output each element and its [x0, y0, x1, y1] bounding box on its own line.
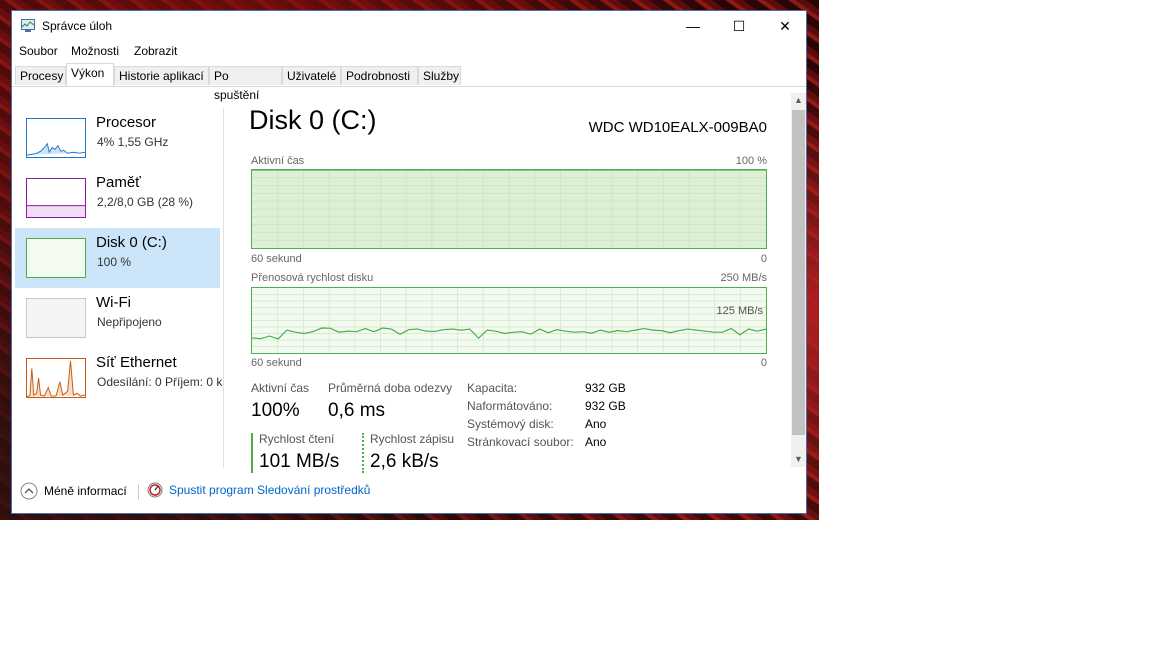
- active-time-label: Aktivní čas: [251, 381, 310, 395]
- write-speed-label: Rychlost zápisu: [370, 432, 455, 446]
- maximize-button[interactable]: ☐: [716, 11, 762, 41]
- sidebar-item-sub: 100 %: [97, 255, 132, 269]
- tab-vykon[interactable]: Výkon: [66, 63, 114, 86]
- sidebar-item-pamet[interactable]: Paměť 2,2/8,0 GB (28 %): [15, 168, 220, 228]
- prop-capacity-key: Kapacita:: [467, 381, 518, 395]
- title-bar: Správce úloh — ☐ ✕: [12, 11, 806, 41]
- tab-procesy[interactable]: Procesy: [15, 66, 66, 85]
- minimize-icon: —: [686, 18, 700, 34]
- chart1-max: 100 %: [735, 155, 767, 167]
- close-button[interactable]: ✕: [762, 11, 808, 41]
- chart2-max: 250 MB/s: [720, 272, 767, 284]
- disk-model: WDC WD10EALX-009BA0: [588, 119, 767, 136]
- sidebar-item-sub: Nepřipojeno: [97, 315, 162, 329]
- active-time-value: 100%: [251, 400, 300, 421]
- sidebar-item-label: Wi-Fi: [96, 294, 131, 311]
- sidebar-item-sub: Odesílání: 0 Příjem: 0 kb: [97, 375, 223, 389]
- chart2-label: Přenosová rychlost disku: [251, 272, 374, 284]
- read-marker: [251, 433, 253, 473]
- sidebar-item-label: Disk 0 (C:): [96, 234, 167, 251]
- disk-detail-panel: Disk 0 (C:) WDC WD10EALX-009BA0 Aktivní …: [249, 103, 769, 473]
- chart2-mid: 125 MB/s: [716, 305, 763, 317]
- ethernet-graph-icon: [26, 358, 86, 398]
- prop-pagefile-key: Stránkovací soubor:: [467, 435, 574, 449]
- prop-formatted-key: Naformátováno:: [467, 399, 553, 413]
- sidebar-item-label: Paměť: [96, 174, 141, 191]
- wifi-graph-icon: [26, 298, 86, 338]
- scroll-thumb[interactable]: [792, 110, 805, 435]
- chevron-up-icon: [20, 482, 38, 500]
- tab-bar: Procesy Výkon Historie aplikací Po spušt…: [12, 63, 806, 102]
- scroll-up-icon[interactable]: ▲: [791, 93, 806, 108]
- resource-monitor-icon: [147, 482, 163, 498]
- window-title: Správce úloh: [42, 19, 113, 33]
- memory-graph-icon: [26, 178, 86, 218]
- chart2-xlabel: 60 sekund: [251, 357, 302, 369]
- menu-soubor[interactable]: Soubor: [19, 44, 58, 58]
- sidebar-item-sub: 4% 1,55 GHz: [97, 135, 169, 149]
- cpu-graph-icon: [26, 118, 86, 158]
- avg-response-value: 0,6 ms: [328, 400, 386, 421]
- prop-capacity-value: 932 GB: [585, 381, 626, 395]
- avg-response-label: Průměrná doba odezvy: [328, 381, 453, 395]
- prop-system-disk-value: Ano: [585, 417, 607, 431]
- prop-formatted-value: 932 GB: [585, 399, 626, 413]
- tab-uzivatele[interactable]: Uživatelé: [282, 66, 341, 85]
- sidebar-item-sub: 2,2/8,0 GB (28 %): [97, 195, 194, 209]
- sidebar-divider: [223, 108, 224, 468]
- chart1-xmin: 0: [760, 253, 767, 265]
- menu-moznosti[interactable]: Možnosti: [71, 44, 119, 58]
- sidebar-item-ethernet[interactable]: Síť Ethernet Odesílání: 0 Příjem: 0 kb: [15, 348, 223, 408]
- scroll-down-icon[interactable]: ▼: [791, 452, 806, 467]
- sidebar-item-label: Procesor: [96, 114, 157, 131]
- sidebar-item-wifi[interactable]: Wi-Fi Nepřipojeno: [15, 288, 220, 348]
- sidebar-item-label: Síť Ethernet: [96, 354, 177, 371]
- tab-sluzby[interactable]: Služby: [418, 66, 461, 85]
- menu-bar: Soubor Možnosti Zobrazit: [12, 41, 806, 61]
- write-speed-value: 2,6 kB/s: [370, 451, 439, 472]
- tab-podrobnosti[interactable]: Podrobnosti: [341, 66, 418, 85]
- close-icon: ✕: [779, 17, 791, 34]
- chart1-xlabel: 60 sekund: [251, 253, 302, 265]
- chart2-xmin: 0: [760, 357, 767, 369]
- sidebar-item-procesor[interactable]: Procesor 4% 1,55 GHz: [15, 108, 220, 168]
- task-manager-window: Správce úloh — ☐ ✕ Soubor Možnosti Zobra…: [11, 10, 807, 514]
- less-info-label: Méně informací: [44, 484, 127, 498]
- footer-bar: Méně informací Spustit program Sledování…: [12, 476, 806, 510]
- resource-sidebar: Procesor 4% 1,55 GHz Paměť 2,2/8,0 GB (2…: [15, 108, 223, 466]
- tab-po-spusteni[interactable]: Po spuštění: [209, 66, 282, 102]
- active-time-chart: [251, 169, 767, 249]
- page-title: Disk 0 (C:): [249, 105, 377, 135]
- prop-system-disk-key: Systémový disk:: [467, 417, 554, 431]
- maximize-icon: ☐: [732, 17, 746, 34]
- write-marker: [362, 433, 364, 473]
- series-area: [252, 170, 766, 248]
- menu-zobrazit[interactable]: Zobrazit: [134, 44, 177, 58]
- sidebar-item-disk[interactable]: Disk 0 (C:) 100 %: [15, 228, 220, 288]
- transfer-rate-chart: [251, 287, 767, 354]
- prop-pagefile-value: Ano: [585, 435, 607, 449]
- chart1-label: Aktivní čas: [251, 155, 305, 167]
- task-manager-icon: [21, 19, 35, 32]
- less-info-button[interactable]: Méně informací: [20, 482, 127, 500]
- footer-separator: [138, 484, 139, 500]
- resource-monitor-link[interactable]: Spustit program Sledování prostředků: [147, 482, 370, 498]
- disk-graph-icon: [26, 238, 86, 278]
- minimize-button[interactable]: —: [670, 11, 716, 41]
- read-speed-label: Rychlost čtení: [259, 432, 335, 446]
- vertical-scrollbar[interactable]: ▲ ▼: [791, 93, 806, 467]
- read-speed-value: 101 MB/s: [259, 451, 340, 472]
- resource-monitor-label: Spustit program Sledování prostředků: [169, 483, 371, 497]
- tab-historie-aplikaci[interactable]: Historie aplikací: [114, 66, 209, 85]
